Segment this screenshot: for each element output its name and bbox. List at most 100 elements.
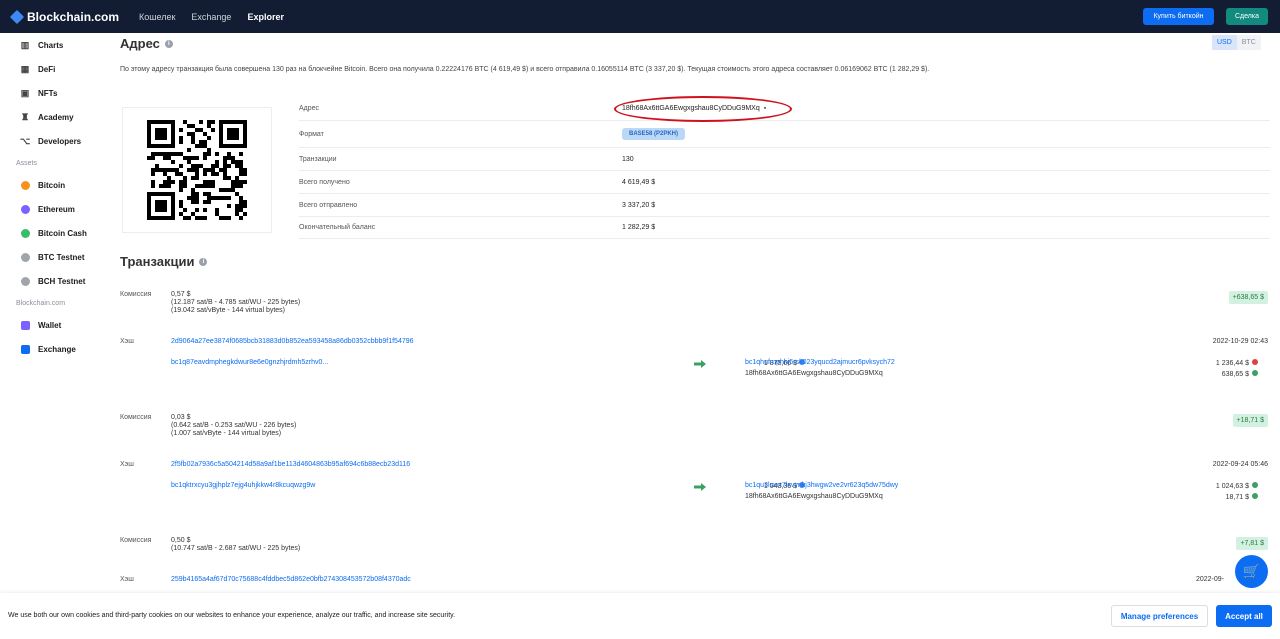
output-amount-value: 638,65 $ [1221,371,1249,378]
sidebar-item-developers[interactable]: ⌥ Developers [0,129,110,153]
sidebar-item-exchange[interactable]: Exchange [0,337,110,361]
tx-hash-link[interactable]: 259b4165a4af67d70c75688c4fddbec5d862e0bf… [171,576,411,583]
nav-exchange[interactable]: Exchange [191,0,231,33]
ethereum-icon [20,204,30,214]
fee-detail: (1.007 sat/vByte - 144 virtual bytes) [171,430,282,437]
output-amount: 1 024,63 $ [1216,482,1258,490]
top-bar: Blockchain.com Кошелек Exchange Explorer… [0,0,1280,33]
detail-label: Формат [299,130,324,138]
cookie-banner: We use both our own cookies and third-pa… [0,593,1280,639]
logo-text: Blockchain.com [27,9,120,24]
cart-button[interactable]: 🛒 [1235,555,1268,588]
sidebar-item-bch-testnet[interactable]: BCH Testnet [0,269,110,293]
detail-value: 130 [622,155,634,163]
tx-date: 2022-10-29 02:43 [1212,338,1268,345]
sidebar-item-label: Developers [38,136,82,146]
fee-value: 0,57 $ [171,291,191,298]
trade-button[interactable]: Сделка [1226,8,1268,25]
logo[interactable]: Blockchain.com [9,9,120,24]
detail-label: Адрес [299,105,320,112]
sidebar-item-btc-testnet[interactable]: BTC Testnet [0,245,110,269]
detail-row-sent: Всего отправлено 3 337,20 $ [299,194,1270,217]
output-amount-value: 18,71 $ [1225,494,1249,501]
output-address-link[interactable]: bc1qhufruphhj5rsk023yqucd2ajmucr6pvksych… [745,359,895,366]
tx-date: 2022-09-24 05:46 [1212,461,1268,468]
buy-bitcoin-button[interactable]: Купить биткойн [1143,8,1214,25]
sidebar-item-bitcoin-cash[interactable]: Bitcoin Cash [0,221,110,245]
status-icon[interactable] [1252,482,1258,488]
currency-toggle: USD BTC [1212,35,1261,50]
sidebar-item-label: Charts [38,40,64,50]
transaction-item: Комиссия 0,57 $ (12.187 sat/B - 4.785 sat… [120,291,1270,391]
output-amount: 638,65 $ [1222,370,1258,378]
status-icon[interactable] [1252,493,1258,499]
output-address: 18fh68Ax6ttGA6Ewgxgshau8CyDDuG9MXq [745,370,883,377]
tx-hash-link[interactable]: 2d9064a27ee3874f0685bcb31883d0b852ea5934… [171,338,414,345]
sidebar-item-label: BCH Testnet [38,276,86,286]
cart-icon: 🛒 [1242,563,1261,579]
qr-code [147,120,247,220]
input-address-link[interactable]: bc1qktrxcyu3gjhplz7ejg4uhjkkw4r8kcuqwzg9… [171,482,315,489]
sidebar-item-charts[interactable]: ▥ Charts [0,33,110,57]
tx-hash-link[interactable]: 2f5fb02a7936c5a504214d58a9af1be113d46048… [171,461,410,468]
detail-row-transactions: Транзакции 130 [299,148,1270,171]
page-title-text: Адрес [120,36,160,51]
amount-badge: +7,81 $ [1236,537,1268,550]
detail-label: Всего получено [299,178,350,186]
input-address-link[interactable]: bc1q87eavdmphegkdwur8e6e0gnzhjrdmh5zrhv0… [171,359,328,366]
fee-info: 0,03 $ (0.642 sat/B - 0.253 sat/WU - 226 … [171,414,296,438]
main-nav: Кошелек Exchange Explorer [139,0,300,33]
status-icon[interactable] [1252,370,1258,376]
output-address-link[interactable]: bc1qu3lsxvt7lxvvnkj3hwgw2ve2vr623q5dw75d… [745,482,898,489]
output-amount-value: 1 236,44 $ [1215,360,1249,367]
chart-icon: ▥ [20,39,30,50]
info-icon[interactable]: i [164,39,173,48]
sidebar-item-wallet[interactable]: Wallet [0,313,110,337]
detail-row-balance: Окончательный баланс 1 282,29 $ [299,217,1270,239]
academy-icon: ♜ [20,111,30,122]
currency-usd[interactable]: USD [1212,35,1237,50]
sidebar-item-label: Ethereum [38,204,75,214]
currency-btc[interactable]: BTC [1236,35,1261,50]
sidebar-item-nfts[interactable]: ▣ NFTs [0,81,110,105]
fee-detail: (19.042 sat/vByte - 144 virtual bytes) [171,307,285,314]
manage-preferences-button[interactable]: Manage preferences [1111,605,1208,627]
sidebar-item-label: Bitcoin Cash [38,228,87,238]
hash-label: Хэш [120,338,134,345]
fee-info: 0,50 $ (10.747 sat/B - 2.687 sat/WU - 225… [171,537,300,553]
sidebar-item-ethereum[interactable]: Ethereum [0,197,110,221]
detail-row-received: Всего получено 4 619,49 $ [299,171,1270,194]
nft-icon: ▣ [20,87,30,98]
sidebar-item-label: BTC Testnet [38,252,85,262]
fee-info: 0,57 $ (12.187 sat/B - 4.785 sat/WU - 225… [171,291,300,315]
nav-wallet[interactable]: Кошелек [139,0,175,33]
address-summary: По этому адресу транзакция была совершен… [120,66,930,73]
page-title: Адрес i [120,36,173,51]
wallet-icon [20,320,30,330]
defi-icon: ▦ [20,63,30,74]
exchange-icon [20,344,30,354]
sidebar-item-label: Exchange [38,344,76,354]
hash-label: Хэш [120,461,134,468]
info-icon[interactable]: i [199,257,208,266]
nav-explorer[interactable]: Explorer [247,0,284,33]
sidebar-item-label: DeFi [38,64,56,74]
accept-all-button[interactable]: Accept all [1216,605,1272,627]
bitcoin-cash-icon [20,228,30,238]
transaction-item: Комиссия 0,50 $ (10.747 sat/B - 2.687 sat… [120,537,1270,597]
sidebar-item-bitcoin[interactable]: Bitcoin [0,173,110,197]
output-amount-value: 1 024,63 $ [1215,483,1249,490]
detail-value: 1 282,29 $ [622,224,656,231]
sidebar-item-academy[interactable]: ♜ Academy [0,105,110,129]
output-amount: 1 236,44 $ [1216,359,1258,367]
sidebar-item-defi[interactable]: ▦ DeFi [0,57,110,81]
fee-value: 0,03 $ [171,414,191,421]
address-details: Адрес 18fh68Ax6ttGA6Ewgxgshau8CyDDuG9MXq ▪… [299,97,1270,239]
status-icon[interactable] [1252,359,1258,365]
detail-label: Окончательный баланс [299,224,376,231]
sidebar-item-label: Wallet [38,320,62,330]
developers-icon: ⌥ [19,135,31,146]
logo-icon [9,9,25,24]
hash-label: Хэш [120,576,134,583]
transaction-item: Комиссия 0,03 $ (0.642 sat/B - 0.253 sat/… [120,414,1270,514]
